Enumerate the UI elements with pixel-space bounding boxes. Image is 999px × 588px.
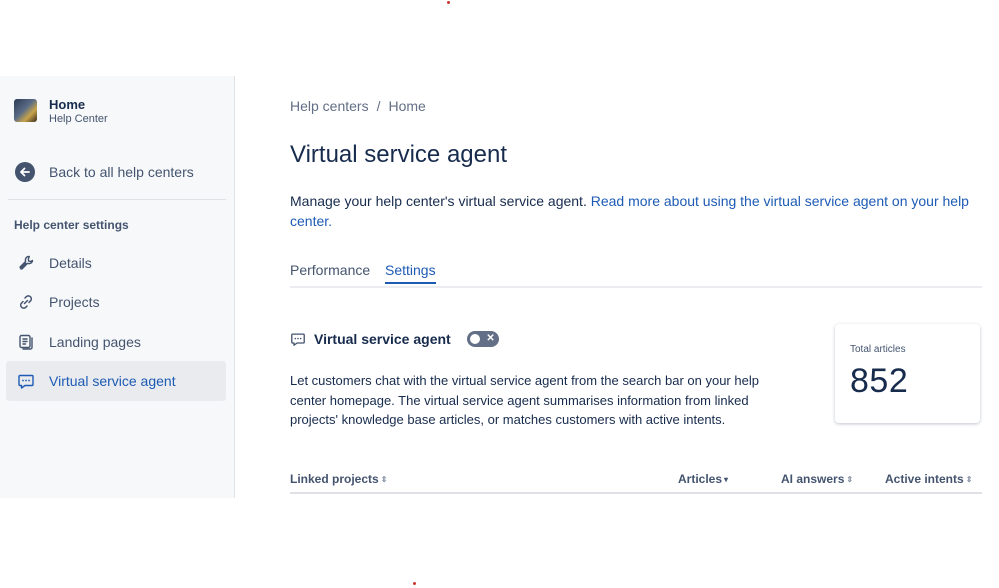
sort-descending-icon: ▾ xyxy=(724,474,729,484)
sidebar-item-virtual-service-agent[interactable]: Virtual service agent xyxy=(6,361,226,401)
chat-icon xyxy=(17,372,35,390)
sort-icon: ⇕ xyxy=(846,474,854,484)
column-header-linked-projects[interactable]: Linked projects ⇕ xyxy=(290,472,387,486)
breadcrumb-separator: / xyxy=(376,98,381,114)
total-articles-card: Total articles 852 xyxy=(835,324,980,423)
help-center-header[interactable]: Home Help Center xyxy=(14,97,108,127)
column-label: Active intents xyxy=(885,472,964,486)
stat-label: Total articles xyxy=(850,344,906,355)
decorative-dot xyxy=(447,1,450,4)
column-label: Articles xyxy=(678,472,723,486)
stat-value: 852 xyxy=(850,362,909,400)
sort-icon: ⇕ xyxy=(380,474,388,484)
page-description: Manage your help center's virtual servic… xyxy=(290,191,982,231)
page-title: Virtual service agent xyxy=(290,141,508,168)
help-center-logo xyxy=(14,99,37,122)
vsa-header: Virtual service agent ✕ xyxy=(290,331,499,347)
sort-icon: ⇕ xyxy=(965,474,973,484)
vsa-description: Let customers chat with the virtual serv… xyxy=(290,373,759,427)
tab-performance[interactable]: Performance xyxy=(290,262,370,282)
tab-list: Performance Settings xyxy=(290,262,982,288)
tab-settings[interactable]: Settings xyxy=(385,262,436,284)
sidebar-item-details[interactable]: Details xyxy=(6,243,226,283)
toggle-knob xyxy=(469,334,480,344)
chat-icon xyxy=(290,331,306,347)
vsa-label: Virtual service agent xyxy=(314,331,451,347)
back-to-help-centers-link[interactable]: Back to all help centers xyxy=(15,162,194,182)
breadcrumb-parent-link[interactable]: Help centers xyxy=(290,98,369,114)
sidebar-item-label: Landing pages xyxy=(49,334,141,350)
decorative-dot xyxy=(413,582,416,585)
arrow-left-icon xyxy=(15,162,35,182)
sidebar: Home Help Center Back to all help center… xyxy=(0,76,235,498)
help-center-title: Home xyxy=(49,97,86,112)
pages-icon xyxy=(17,333,35,351)
sidebar-item-label: Projects xyxy=(49,294,100,310)
back-label: Back to all help centers xyxy=(49,164,194,180)
breadcrumb: Help centers / Home xyxy=(290,98,426,114)
sidebar-item-label: Details xyxy=(49,255,92,271)
sidebar-item-label: Virtual service agent xyxy=(49,373,176,389)
help-center-subtitle: Help Center xyxy=(49,113,108,125)
sidebar-item-landing-pages[interactable]: Landing pages xyxy=(6,322,226,362)
column-label: AI answers xyxy=(781,472,845,486)
sidebar-item-projects[interactable]: Projects xyxy=(6,282,226,322)
column-header-active-intents[interactable]: Active intents ⇕ xyxy=(885,472,972,486)
sidebar-section-title: Help center settings xyxy=(14,218,129,232)
wrench-icon xyxy=(17,254,35,272)
link-icon xyxy=(17,293,35,311)
vsa-toggle[interactable]: ✕ xyxy=(466,331,499,347)
column-label: Linked projects xyxy=(290,472,379,486)
description-text: Manage your help center's virtual servic… xyxy=(290,193,591,209)
column-header-ai-answers[interactable]: AI answers ⇕ xyxy=(781,472,853,486)
linked-projects-table-header: Linked projects ⇕ Articles ▾ AI answers ⇕ A… xyxy=(290,472,982,494)
close-icon: ✕ xyxy=(486,333,495,344)
column-header-articles[interactable]: Articles ▾ xyxy=(678,472,728,486)
sidebar-divider xyxy=(8,199,226,200)
breadcrumb-current-link[interactable]: Home xyxy=(388,98,425,114)
